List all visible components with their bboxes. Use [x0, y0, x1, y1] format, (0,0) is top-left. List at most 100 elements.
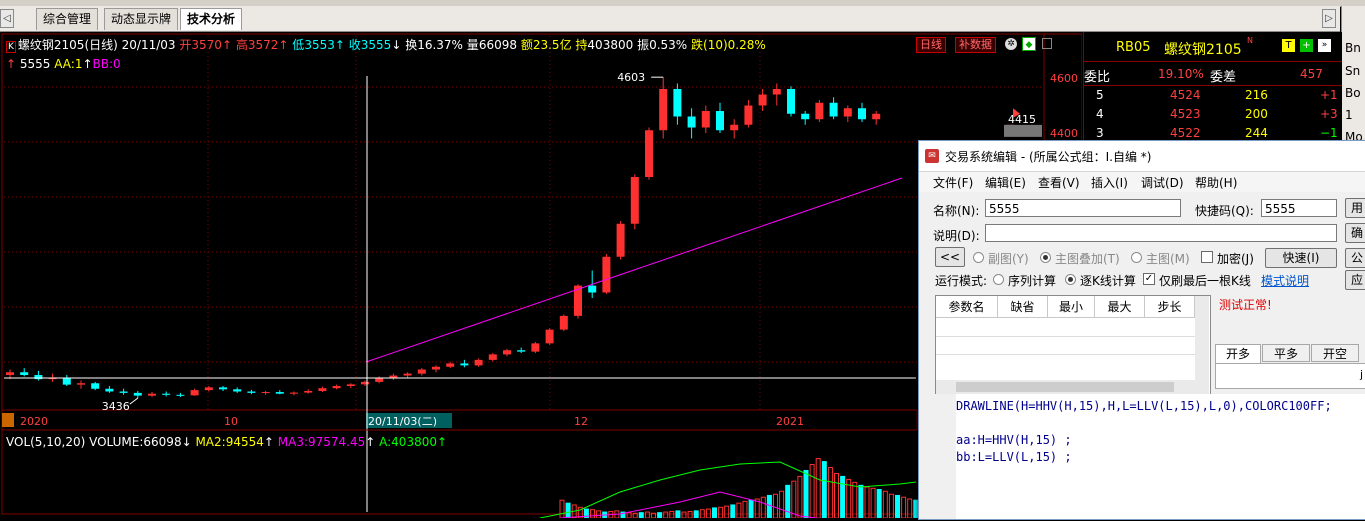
ob-price: 4524	[1170, 88, 1201, 102]
candle-body	[162, 393, 171, 395]
mode-help-link[interactable]: 模式说明	[1261, 272, 1309, 289]
radio-mode-kline[interactable]	[1065, 274, 1076, 285]
volume-bar	[675, 510, 681, 519]
low-price-label: 3436	[102, 400, 130, 413]
settings-gear-icon[interactable]: ✲	[1005, 38, 1017, 50]
volume-bar	[840, 475, 846, 519]
volume-bar	[657, 512, 663, 519]
volume-bar	[809, 464, 815, 519]
candle-body	[616, 223, 625, 257]
ob-plus-icon[interactable]: +	[1300, 39, 1313, 52]
tool-bo[interactable]: Bo	[1345, 86, 1361, 100]
ob-row[interactable]: 5 4524 216 +1	[1084, 88, 1342, 106]
volume-bar	[864, 486, 870, 519]
candle-body	[488, 354, 497, 360]
shortcut-input[interactable]: 5555	[1261, 199, 1337, 217]
volume-bar	[901, 496, 907, 519]
candle-body	[559, 315, 568, 330]
radio-main[interactable]	[1131, 252, 1142, 263]
ob-row[interactable]: 4 4523 200 +3	[1084, 107, 1342, 125]
radio-subchart[interactable]	[973, 252, 984, 263]
grid-vscrollbar[interactable]	[1195, 296, 1209, 380]
candle-body	[872, 113, 881, 120]
side-button-4[interactable]: 应	[1345, 270, 1365, 290]
volume-bar	[742, 500, 748, 519]
ob-t-icon[interactable]: T	[1282, 39, 1295, 52]
side-button-1[interactable]: 用	[1345, 198, 1365, 218]
candle-body	[787, 89, 795, 114]
tool-1[interactable]: 1	[1345, 108, 1353, 122]
tab-close-long[interactable]: 平多	[1262, 344, 1310, 362]
candle-body	[772, 89, 781, 95]
formula-code-editor[interactable]: DRAWLINE(H=HHV(H,15),H,L=LLV(L,15),L,0),…	[956, 394, 1365, 519]
supplement-data-button[interactable]: 补数据	[955, 37, 996, 53]
collapse-button[interactable]: <<	[935, 247, 965, 267]
tab-comprehensive[interactable]: 综合管理	[36, 8, 99, 30]
menu-view[interactable]: 查看(V)	[1038, 174, 1080, 191]
candle-body	[744, 105, 753, 125]
candle-body	[403, 373, 412, 376]
menu-debug[interactable]: 调试(D)	[1141, 174, 1184, 191]
amount-value: 23.5亿	[532, 38, 572, 52]
ob-weicha-value: 457	[1300, 67, 1323, 81]
candle-body	[20, 372, 29, 375]
mode-sequence-label: 序列计算	[1008, 274, 1057, 288]
grid-hscrollbar[interactable]	[936, 380, 1209, 394]
dialog-titlebar[interactable]: ✉ 交易系统编辑 - (所属公式组：I.自编 *)	[919, 141, 1365, 172]
tab-dynamic-board[interactable]: 动态显示牌	[104, 8, 179, 30]
tool-bn[interactable]: Bn	[1345, 41, 1361, 55]
formula-editor-dialog[interactable]: ✉ 交易系统编辑 - (所属公式组：I.自编 *) 文件(F) 编辑(E) 查看…	[918, 140, 1365, 520]
desc-input[interactable]	[985, 224, 1337, 242]
name-input[interactable]: 5555	[985, 199, 1181, 217]
candle-body	[460, 363, 469, 366]
menu-help[interactable]: 帮助(H)	[1195, 174, 1237, 191]
side-button-2[interactable]: 确	[1345, 223, 1365, 243]
menu-file[interactable]: 文件(F)	[933, 174, 973, 191]
candle-body	[843, 108, 852, 117]
radio-mode-sequence[interactable]	[993, 274, 1004, 285]
diamond-icon[interactable]: ◆	[1022, 37, 1036, 51]
encrypt-checkbox[interactable]	[1201, 251, 1213, 263]
volume-bar	[821, 461, 827, 519]
tab-scroll-left-button[interactable]: ◁	[0, 9, 14, 28]
param-grid[interactable]: 参数名 缺省 最小 最大 步长	[935, 295, 1211, 397]
vol-ma3-arrow: ↑	[365, 435, 375, 449]
ob-expand-icon[interactable]: »	[1318, 39, 1331, 52]
vol-title: VOL(5,10,20)	[6, 435, 85, 449]
window-restore-icon[interactable]	[1042, 38, 1052, 49]
tool-sn[interactable]: Sn	[1345, 64, 1360, 78]
x-axis-marker-icon	[2, 413, 14, 427]
chart-info-line2: ↑ 5555 AA:1↑BB:0	[6, 57, 766, 71]
volume-bar	[876, 488, 882, 519]
candle-body	[119, 391, 128, 393]
radio-main-overlay[interactable]	[1040, 252, 1051, 263]
candle-body	[417, 369, 426, 374]
candle-body	[318, 388, 327, 391]
x-tick-label: 10	[224, 415, 238, 428]
menu-insert[interactable]: 插入(I)	[1091, 174, 1128, 191]
period-button[interactable]: 日线	[916, 37, 946, 53]
grid-hscroll-thumb[interactable]	[956, 382, 1174, 392]
tab-open-long[interactable]: 开多	[1215, 344, 1261, 364]
tab-technical-analysis[interactable]: 技术分析	[180, 8, 243, 30]
x-tick-label: 2020	[20, 415, 48, 428]
volume-bar	[724, 505, 730, 519]
code-line: aa:H=HHV(H,15) ;	[956, 433, 1072, 447]
volume-bar	[895, 494, 900, 519]
volume-bar	[736, 502, 742, 519]
ob-chg: −1	[1320, 126, 1338, 140]
ob-price: 4522	[1170, 126, 1201, 140]
mode-label: 运行模式:	[935, 274, 988, 288]
tab-open-short[interactable]: 开空	[1311, 344, 1359, 362]
vol-ma3: MA3:97574.45	[274, 435, 365, 449]
aa-arrow: ↑	[82, 57, 93, 71]
side-button-3[interactable]: 公	[1345, 248, 1365, 268]
fast-button[interactable]: 快速(I)	[1265, 248, 1337, 268]
candle-body	[77, 383, 85, 385]
last-kline-checkbox[interactable]: ✓	[1143, 273, 1155, 285]
tab-scroll-right-button[interactable]: ▷	[1322, 9, 1336, 28]
ob-level: 5	[1096, 88, 1104, 102]
menu-edit[interactable]: 编辑(E)	[985, 174, 1026, 191]
candle-body	[673, 89, 682, 117]
ob-level: 4	[1096, 107, 1104, 121]
